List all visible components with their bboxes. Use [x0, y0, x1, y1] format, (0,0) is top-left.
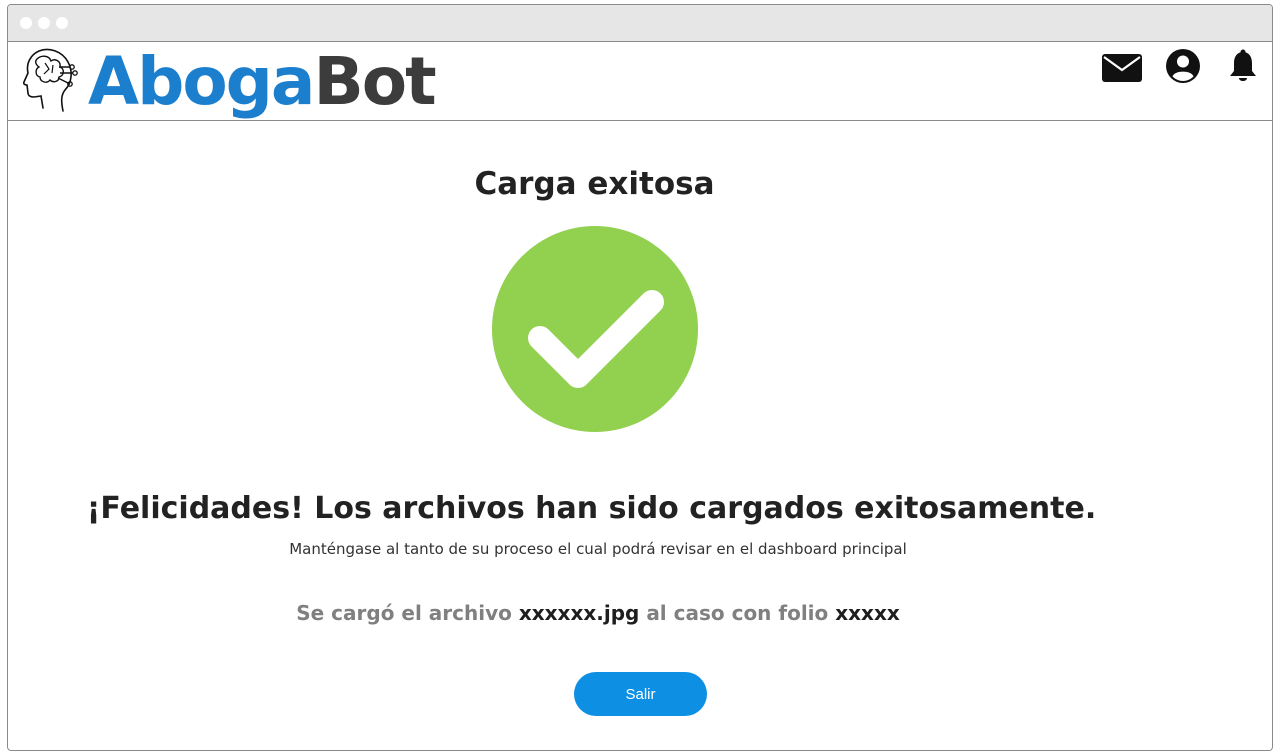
- brand-name-secondary: Bot: [313, 43, 436, 120]
- brand-name-primary: Aboga: [88, 43, 315, 120]
- window-control-dot[interactable]: [20, 17, 32, 29]
- app-header: AbogaBot: [8, 42, 1272, 121]
- uploaded-filename: xxxxxx.jpg: [518, 601, 640, 625]
- window-control-dot[interactable]: [38, 17, 50, 29]
- exit-button[interactable]: Salir: [574, 672, 707, 716]
- success-message: ¡Felicidades! Los archivos han sido carg…: [86, 491, 1097, 526]
- main-content: Carga exitosa ¡Felicidades! Los archivos…: [8, 122, 1272, 750]
- upload-info: Se cargó el archivo xxxxxx.jpg al caso c…: [8, 601, 1188, 625]
- page-title: Carga exitosa: [474, 166, 715, 202]
- upload-info-middle: al caso con folio: [646, 601, 829, 625]
- success-subtitle: Manténgase al tanto de su proceso el cua…: [289, 540, 907, 558]
- case-folio: xxxxx: [835, 601, 900, 625]
- window-titlebar: [8, 5, 1272, 42]
- user-account-icon[interactable]: [1166, 49, 1200, 83]
- bell-icon[interactable]: [1228, 49, 1258, 85]
- brand-logo[interactable]: AbogaBot: [88, 42, 437, 121]
- brain-logo-icon: [23, 48, 78, 112]
- check-circle-icon: [492, 226, 698, 432]
- mail-icon[interactable]: [1102, 54, 1142, 82]
- upload-info-prefix: Se cargó el archivo: [296, 601, 512, 625]
- window-control-dot[interactable]: [56, 17, 68, 29]
- browser-window: AbogaBot Carga exitosa ¡Felicidades! Los…: [7, 4, 1273, 751]
